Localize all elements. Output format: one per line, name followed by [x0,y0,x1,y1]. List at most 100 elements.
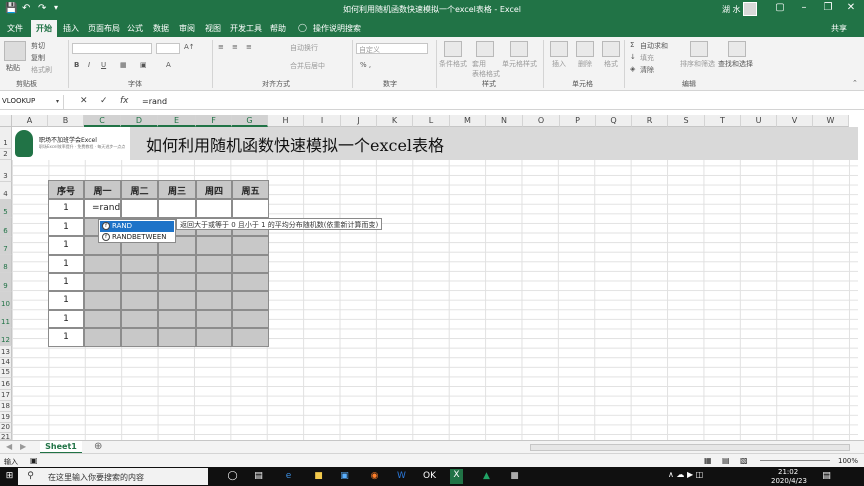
sequence-cell[interactable]: 1 [48,291,84,310]
column-header[interactable]: O [523,115,560,127]
tab-home[interactable]: 开始 [31,20,57,37]
table-header-cell[interactable]: 序号 [48,180,84,199]
user-name[interactable]: 湖 水 [722,4,741,15]
table-cell[interactable] [232,255,269,273]
sequence-cell[interactable]: 1 [48,236,84,255]
tray-icons[interactable]: ∧ ☁ ▶ ◫ [668,470,703,479]
edge-icon[interactable]: e [282,470,295,483]
table-header-cell[interactable]: 周四 [196,180,232,199]
minimize-icon[interactable]: – [796,2,812,13]
column-header[interactable]: W [813,115,849,127]
tab-data[interactable]: 数据 [153,23,169,34]
find-select-icon[interactable] [728,41,746,57]
sort-filter-icon[interactable] [690,41,708,57]
cortana-icon[interactable]: ◯ [226,470,239,483]
clear-icon[interactable]: ◈ [630,65,635,73]
table-cell[interactable] [158,291,196,310]
table-cell[interactable] [232,199,269,218]
column-header[interactable]: N [486,115,523,127]
file-explorer-icon[interactable]: ■ [312,470,325,483]
fill-icon[interactable]: ↓ [630,53,636,61]
table-cell[interactable] [158,328,196,347]
row-header[interactable]: 8 [0,255,12,273]
row-header[interactable]: 19 [0,412,12,423]
insert-cells-button[interactable]: 插入 [552,59,566,69]
table-cell[interactable] [232,236,269,255]
excel-taskbar-icon[interactable]: X [450,469,463,484]
tab-review[interactable]: 审阅 [179,23,195,34]
insert-cells-icon[interactable] [550,41,568,57]
row-header[interactable]: 3 [0,160,12,182]
row-header[interactable]: 5 [0,200,12,218]
tell-me-search[interactable]: 操作说明搜索 [313,23,361,34]
prev-sheet-icon[interactable]: ◀ [6,442,12,451]
percent-icon[interactable]: % , [360,61,371,69]
sum-icon[interactable]: Σ [630,41,634,49]
column-header[interactable]: S [668,115,705,127]
active-cell-editor[interactable]: =rand [84,199,121,218]
tab-view[interactable]: 视图 [205,23,221,34]
column-header[interactable]: P [560,115,596,127]
bold-button[interactable]: B [74,61,79,69]
table-format-icon[interactable] [476,41,494,57]
align-top-icon[interactable]: ≡ [218,43,224,51]
column-header[interactable]: T [705,115,741,127]
column-header[interactable]: B [48,115,84,127]
table-cell[interactable] [121,199,158,218]
table-header-cell[interactable]: 周三 [158,180,196,199]
close-icon[interactable]: ✕ [843,2,859,13]
ok-app-icon[interactable]: OK [423,470,436,483]
row-header[interactable]: 13 [0,346,12,358]
sequence-cell[interactable]: 1 [48,255,84,273]
borders-icon[interactable]: ▦ [120,61,127,69]
table-cell[interactable] [121,255,158,273]
page-break-view-icon[interactable]: ▧ [740,456,748,465]
tab-help[interactable]: 帮助 [270,23,286,34]
next-sheet-icon[interactable]: ▶ [20,442,26,451]
row-header[interactable]: 4 [0,182,12,200]
conditional-format-icon[interactable] [444,41,462,57]
table-header-cell[interactable]: 周一 [84,180,121,199]
sequence-cell[interactable]: 1 [48,328,84,347]
table-cell[interactable] [84,291,121,310]
column-header[interactable]: A [12,115,48,127]
align-middle-icon[interactable]: ≡ [232,43,238,51]
tab-insert[interactable]: 插入 [63,23,79,34]
table-cell[interactable] [158,273,196,291]
tab-formulas[interactable]: 公式 [127,23,143,34]
row-header[interactable]: 17 [0,390,12,401]
formula-input[interactable]: =rand [142,97,167,106]
row-header[interactable]: 12 [0,328,12,346]
underline-button[interactable]: U [101,61,106,69]
table-cell[interactable] [196,328,232,347]
column-header[interactable]: U [741,115,777,127]
avatar[interactable] [743,2,757,16]
taskbar-search-input[interactable]: 在这里输入你要搜索的内容 [18,468,208,485]
page-layout-view-icon[interactable]: ▤ [722,456,730,465]
insert-function-icon[interactable]: fx [120,96,129,106]
word-icon[interactable]: W [395,470,408,483]
sequence-cell[interactable]: 1 [48,199,84,218]
table-cell[interactable] [232,291,269,310]
row-header[interactable]: 21 [0,433,12,441]
format-cells-icon[interactable] [602,41,620,57]
column-header[interactable]: L [413,115,450,127]
autocomplete-item[interactable]: f RAND [100,221,174,232]
align-bottom-icon[interactable]: ≡ [246,43,252,51]
cell-styles-icon[interactable] [510,41,528,57]
find-select-button[interactable]: 查找和选择 [718,59,753,69]
fill-color-icon[interactable]: ▣ [140,61,147,69]
cell-styles-button[interactable]: 单元格样式 [502,59,537,69]
table-cell[interactable] [196,255,232,273]
function-autocomplete[interactable]: f RAND f RANDBETWEEN [98,219,176,243]
row-header[interactable]: 1 [0,127,12,149]
sequence-cell[interactable]: 1 [48,218,84,236]
share-button[interactable]: 共享 [831,23,847,34]
table-cell[interactable] [196,291,232,310]
horizontal-scrollbar[interactable] [530,444,850,451]
ribbon-display-icon[interactable]: ▢ [772,2,788,13]
enter-icon[interactable]: ✓ [100,96,108,106]
font-size-select[interactable] [156,43,180,54]
table-cell[interactable] [196,273,232,291]
row-header[interactable]: 9 [0,273,12,292]
